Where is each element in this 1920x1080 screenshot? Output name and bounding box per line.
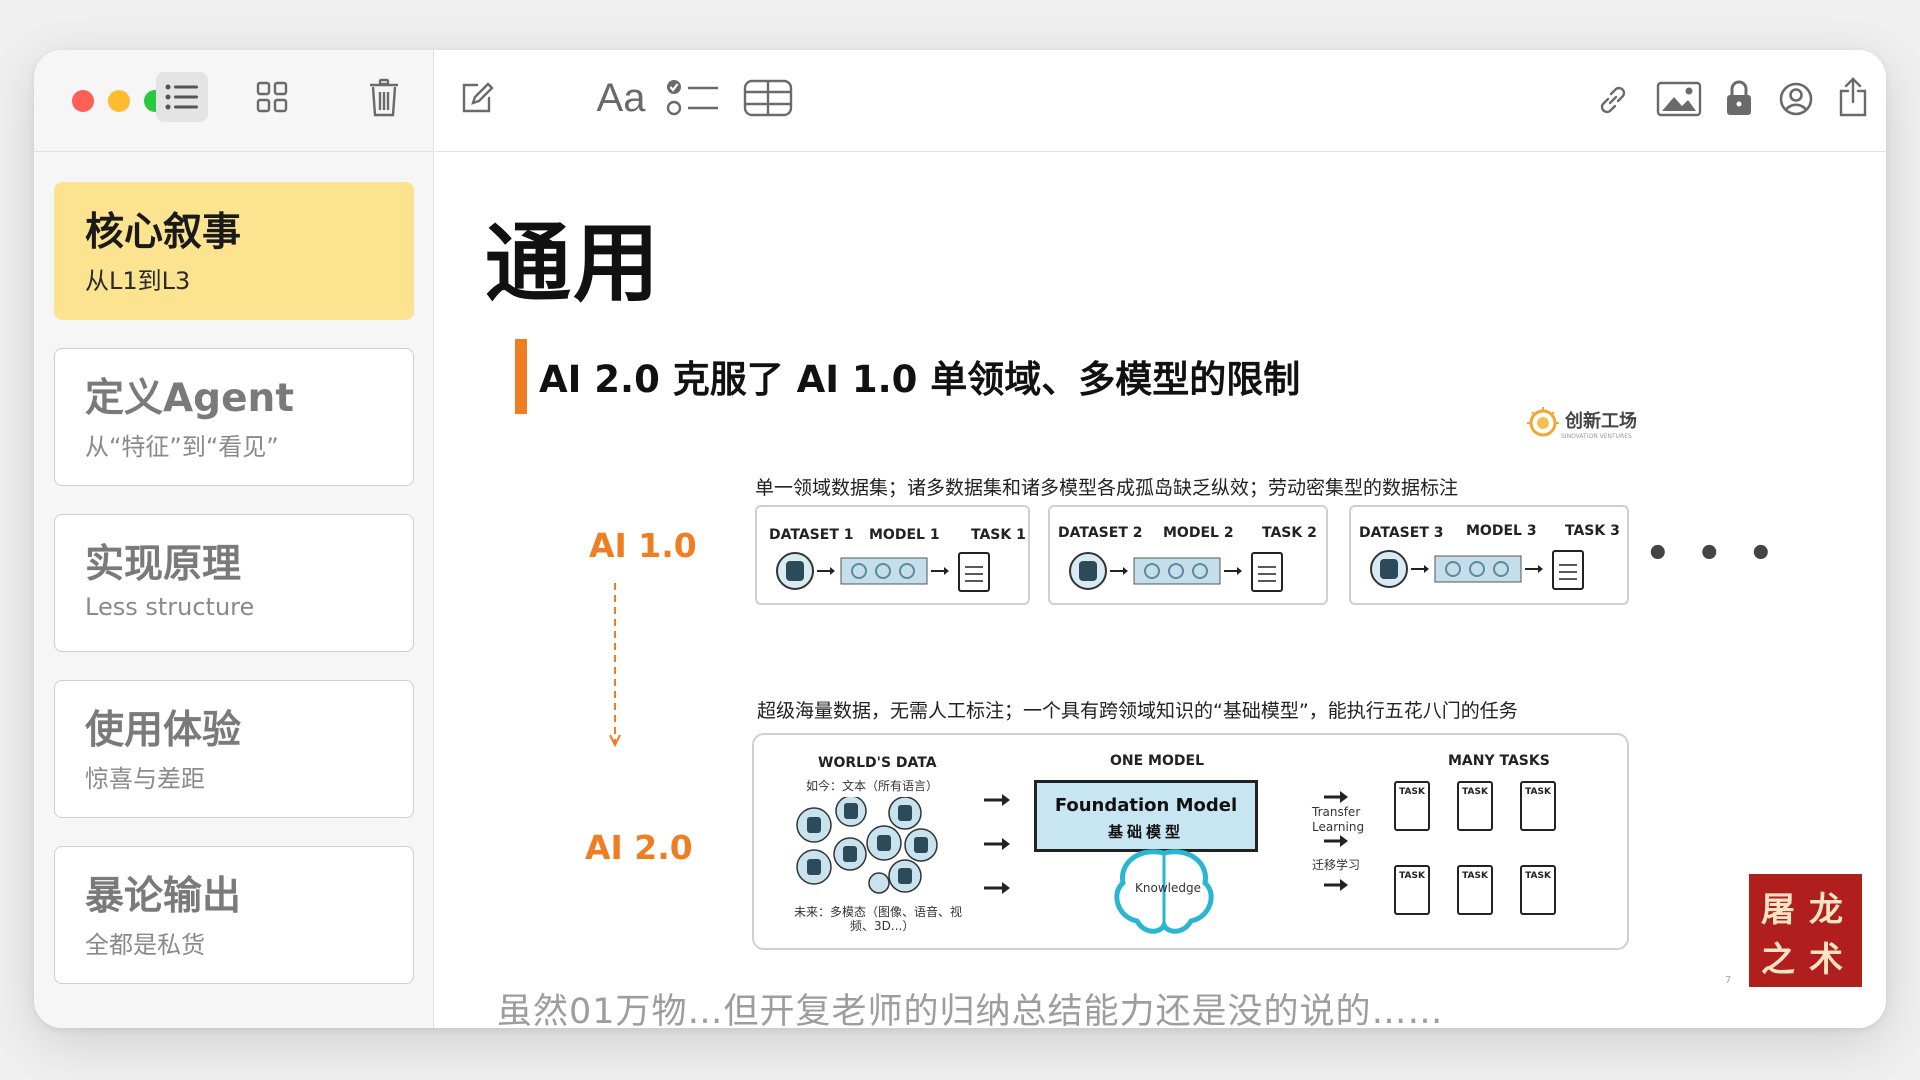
media-icon[interactable] (1655, 78, 1703, 120)
task-label: TASK 2 (1262, 525, 1317, 541)
task-card-label: TASK (1462, 871, 1488, 881)
note-title: 通用 (485, 214, 661, 314)
pipeline-box-3: DATASET 3 MODEL 3 TASK 3 (1349, 505, 1629, 605)
ai1-label: AI 1.0 (589, 526, 697, 565)
task-card-label: TASK (1525, 871, 1551, 881)
slide-accent-bar (515, 339, 527, 414)
transfer-arrows (1324, 791, 1348, 891)
stamp-char: 术 (1809, 940, 1843, 980)
task-card: TASK (1394, 781, 1430, 831)
note-item-title: 暴论输出 (85, 874, 242, 919)
link-icon[interactable] (1593, 80, 1633, 120)
data-to-model-arrows (984, 794, 1010, 894)
note-item-subtitle: 从“特征”到“看见” (85, 433, 279, 461)
compose-icon[interactable] (455, 76, 499, 120)
task-card-label: TASK (1399, 787, 1425, 797)
model-label: MODEL 2 (1163, 525, 1234, 541)
foundation-model-box: Foundation Model 基础模型 (1034, 780, 1258, 852)
collaborate-icon[interactable] (1775, 78, 1817, 120)
gallery-view-icon[interactable] (252, 74, 292, 120)
transfer-learning-line1: Transfer (1312, 805, 1361, 819)
task-card: TASK (1520, 781, 1556, 831)
sidebar-toolbar (34, 50, 434, 152)
note-caption: 虽然01万物…但开复老师的归纳总结能力还是没的说的…… (497, 992, 1444, 1028)
note-item-subtitle: 全都是私货 (85, 931, 205, 959)
stamp-char: 屠 (1761, 890, 1795, 930)
slide-title: AI 2.0 克服了 AI 1.0 单领域、多模型的限制 (539, 358, 1301, 401)
transfer-learning-line2: Learning (1312, 820, 1365, 834)
pipeline-box-1: DATASET 1 MODEL 1 TASK 1 (755, 505, 1030, 605)
pipeline-graphic (776, 552, 990, 592)
note-item-title: 核心叙事 (85, 210, 242, 255)
note-item-subtitle: 惊喜与差距 (85, 765, 205, 793)
knowledge-label: Knowledge (1135, 881, 1201, 895)
logo-text: 创新工场 (1565, 410, 1637, 432)
model-label: MODEL 1 (869, 527, 940, 543)
foundation-model-cn-label: 基础模型 (1107, 823, 1184, 841)
stamp-char: 之 (1761, 940, 1795, 980)
foundation-model-label: Foundation Model (1054, 795, 1238, 816)
table-icon[interactable] (741, 76, 795, 120)
lightbulb-logo-icon (1527, 407, 1559, 437)
note-item-implementation[interactable]: 实现原理 Less structure (54, 514, 414, 652)
editor-toolbar: Aa (435, 50, 1886, 152)
worlds-data-label: WORLD'S DATA (818, 755, 937, 771)
slide-page-number: 7 (1725, 975, 1732, 986)
task-card: TASK (1457, 865, 1493, 915)
logo-subtext: SINOVATION VENTURES (1561, 432, 1632, 440)
note-item-subtitle: 从L1到L3 (85, 267, 191, 295)
pipeline-box-2: DATASET 2 MODEL 2 TASK 2 (1048, 505, 1328, 605)
data-cluster-graphic (796, 797, 938, 894)
checklist-icon[interactable] (665, 74, 721, 122)
task-card-label: TASK (1462, 787, 1488, 797)
ai-evolution-arrow (609, 583, 621, 748)
dataset-label: DATASET 2 (1058, 525, 1143, 541)
note-item-title: 定义Agent (85, 376, 294, 421)
ai2-diagram-box: WORLD'S DATA 如今：文本（所有语言） 未来：多模态（图像、语音、视 … (752, 733, 1629, 950)
ai1-caption: 单一领域数据集；诸多数据集和诸多模型各成孤岛缺乏纵效；劳动密集型的数据标注 (755, 477, 1459, 499)
ai2-label: AI 2.0 (585, 828, 693, 867)
note-item-core-narrative[interactable]: 核心叙事 从L1到L3 (54, 182, 414, 320)
lock-icon[interactable] (1721, 76, 1757, 120)
note-item-subtitle: Less structure (85, 593, 255, 621)
transfer-learning-cn: 迁移学习 (1312, 858, 1361, 872)
worlds-data-future-line2: 频、3D...） (850, 919, 915, 933)
format-button[interactable]: Aa (593, 74, 649, 122)
task-card-label: TASK (1399, 871, 1425, 881)
model-label: MODEL 3 (1466, 523, 1537, 539)
many-tasks-label: MANY TASKS (1448, 753, 1550, 769)
author-seal-stamp: 屠 龙 之 术 (1749, 874, 1862, 987)
task-card: TASK (1457, 781, 1493, 831)
task-label: TASK 3 (1565, 523, 1620, 539)
note-item-bold-takes[interactable]: 暴论输出 全都是私货 (54, 846, 414, 984)
one-model-label: ONE MODEL (1110, 753, 1204, 769)
more-pipelines-ellipsis: • • • (1645, 531, 1780, 577)
minimize-window-button[interactable] (108, 90, 130, 112)
trash-icon[interactable] (364, 74, 404, 122)
note-item-user-experience[interactable]: 使用体验 惊喜与差距 (54, 680, 414, 818)
note-item-title: 使用体验 (85, 708, 242, 753)
stamp-char: 龙 (1809, 890, 1843, 930)
task-card: TASK (1394, 865, 1430, 915)
dataset-label: DATASET 3 (1359, 525, 1444, 541)
task-label: TASK 1 (971, 527, 1026, 543)
task-card-label: TASK (1525, 787, 1551, 797)
notes-window: 核心叙事 从L1到L3 定义Agent 从“特征”到“看见” 实现原理 Less… (34, 50, 1886, 1028)
task-card: TASK (1520, 865, 1556, 915)
close-window-button[interactable] (72, 90, 94, 112)
sinovation-logo: 创新工场 SINOVATION VENTURES (1525, 405, 1637, 441)
note-item-define-agent[interactable]: 定义Agent 从“特征”到“看见” (54, 348, 414, 486)
dataset-label: DATASET 1 (769, 527, 854, 543)
ai2-caption: 超级海量数据，无需人工标注；一个具有跨领域知识的“基础模型”，能执行五花八门的任… (757, 700, 1518, 722)
note-item-title: 实现原理 (85, 542, 242, 587)
note-editor[interactable]: 通用 AI 2.0 克服了 AI 1.0 单领域、多模型的限制 创新工场 SIN… (435, 153, 1886, 1028)
sidebar: 核心叙事 从L1到L3 定义Agent 从“特征”到“看见” 实现原理 Less… (34, 50, 434, 1028)
share-icon[interactable] (1833, 74, 1873, 120)
worlds-data-now: 如今：文本（所有语言） (806, 779, 939, 793)
pipeline-graphic (1069, 552, 1283, 592)
list-view-icon[interactable] (156, 72, 208, 122)
pipeline-graphic (1370, 550, 1584, 590)
